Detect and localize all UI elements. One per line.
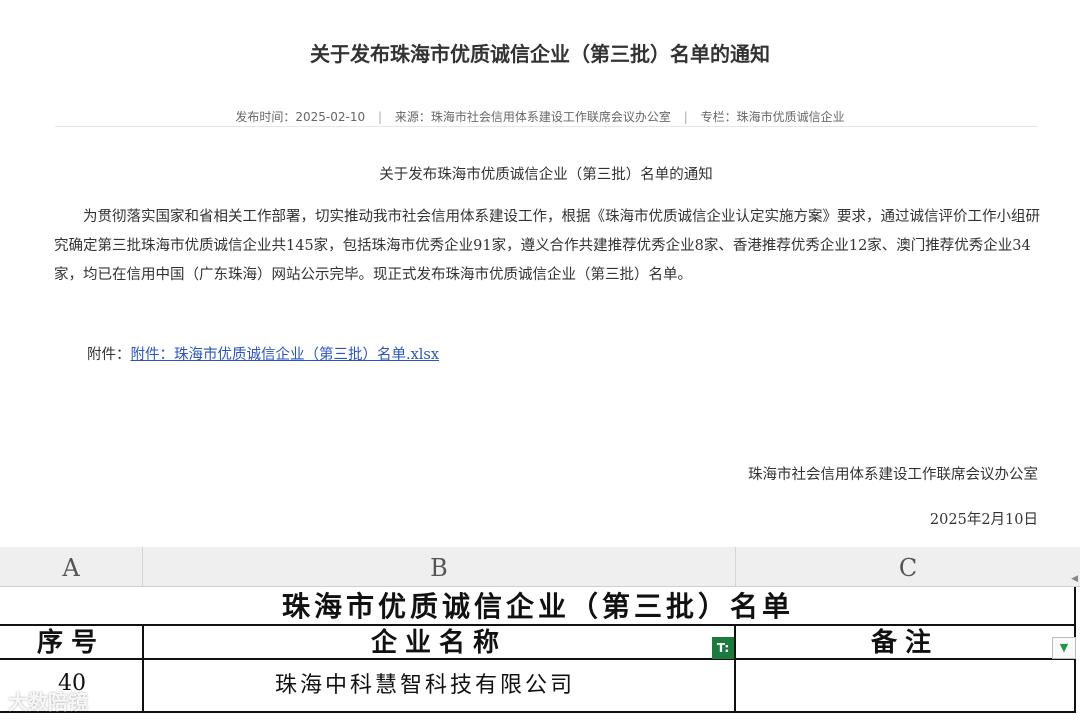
header-seq: 序号 bbox=[36, 628, 105, 658]
spreadsheet-preview: A B C ◀ 珠海市优质诚信企业（第三批）名单 序号 企业名称 备注 T: ▼… bbox=[0, 547, 1080, 724]
table-row-remark[interactable] bbox=[738, 661, 1074, 711]
watermark-logo: 大数陪镜 bbox=[8, 690, 88, 714]
publish-date: 2025-02-10 bbox=[295, 110, 366, 124]
filter-active-icon[interactable]: T: bbox=[712, 637, 734, 659]
publish-label: 发布时间： bbox=[235, 110, 296, 124]
sheet-title: 珠海市优质诚信企业（第三批）名单 bbox=[281, 590, 794, 623]
article-meta: 发布时间：2025-02-10 | 来源：珠海市社会信用体系建设工作联席会议办公… bbox=[0, 108, 1080, 125]
source-value: 珠海市社会信用体系建设工作联席会议办公室 bbox=[430, 110, 671, 124]
scroll-left-arrow-icon[interactable]: ◀ bbox=[1071, 574, 1078, 584]
header-remark: 备注 bbox=[870, 628, 939, 658]
table-row-company[interactable]: 珠海中科慧智科技有限公司 bbox=[275, 671, 575, 701]
article-body: 为贯彻落实国家和省相关工作部署，切实推动我市社会信用体系建设工作，根据《珠海市优… bbox=[54, 209, 1040, 283]
divider bbox=[55, 126, 1038, 127]
article-title: 关于发布珠海市优质诚信企业（第三批）名单的通知 bbox=[310, 42, 770, 66]
meta-separator: | bbox=[683, 110, 688, 124]
header-company-name: 企业名称 bbox=[370, 628, 507, 658]
attachment-link[interactable]: 附件：珠海市优质诚信企业（第三批）名单.xlsx bbox=[131, 347, 440, 363]
source-label: 来源： bbox=[394, 110, 431, 124]
grid-line bbox=[0, 711, 1076, 713]
filter-dropdown-icon[interactable]: ▼ bbox=[1052, 637, 1076, 659]
signature-org: 珠海市社会信用体系建设工作联席会议办公室 bbox=[748, 467, 1038, 483]
article-subtitle: 关于发布珠海市优质诚信企业（第三批）名单的通知 bbox=[379, 167, 713, 183]
column-value: 珠海市优质诚信企业 bbox=[736, 110, 845, 124]
attachment-label: 附件： bbox=[87, 347, 131, 363]
column-header-c[interactable]: C bbox=[736, 547, 1080, 587]
column-header-a[interactable]: A bbox=[0, 547, 143, 587]
attachment-line: 附件：附件：珠海市优质诚信企业（第三批）名单.xlsx bbox=[87, 343, 439, 364]
signature-date: 2025年2月10日 bbox=[929, 512, 1038, 528]
column-label: 专栏： bbox=[700, 110, 737, 124]
column-header-b[interactable]: B bbox=[143, 547, 736, 587]
meta-separator: | bbox=[377, 110, 383, 124]
